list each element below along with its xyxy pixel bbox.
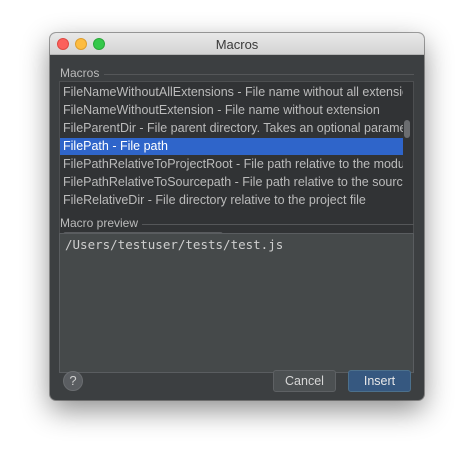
macro-item-filepathrelativetosourcepath[interactable]: FilePathRelativeToSourcepath - File path… (60, 174, 403, 191)
macros-dialog: Macros Macros FileNameWithoutAllExtensio… (50, 33, 424, 400)
macro-item-filenamewithoutallextensions[interactable]: FileNameWithoutAllExtensions - File name… (60, 84, 403, 101)
insert-button[interactable]: Insert (348, 370, 411, 392)
macros-section-divider (104, 74, 414, 75)
macros-section-label: Macros (60, 66, 100, 80)
macro-item-filepath[interactable]: FilePath - File path (60, 138, 403, 155)
macro-item-filenamewithoutextension[interactable]: FileNameWithoutExtension - File name wit… (60, 102, 403, 119)
preview-section-divider (142, 224, 414, 225)
cancel-button[interactable]: Cancel (273, 370, 336, 392)
window-title: Macros (215, 37, 259, 52)
macro-item-filepathrelativetoprojectroot[interactable]: FilePathRelativeToProjectRoot - File pat… (60, 156, 403, 173)
title-bar[interactable]: Macros (50, 33, 424, 55)
preview-section-label: Macro preview (60, 216, 139, 230)
macros-vertical-scrollbar[interactable] (404, 120, 410, 138)
macro-preview-value: /Users/testuser/tests/test.js (65, 237, 284, 252)
macro-item-fileparentdir[interactable]: FileParentDir - File parent directory. T… (60, 120, 403, 137)
help-button[interactable]: ? (63, 371, 83, 391)
macro-item-filerelativedir[interactable]: FileRelativeDir - File directory relativ… (60, 192, 403, 209)
macro-preview-field[interactable]: /Users/testuser/tests/test.js (59, 233, 414, 373)
